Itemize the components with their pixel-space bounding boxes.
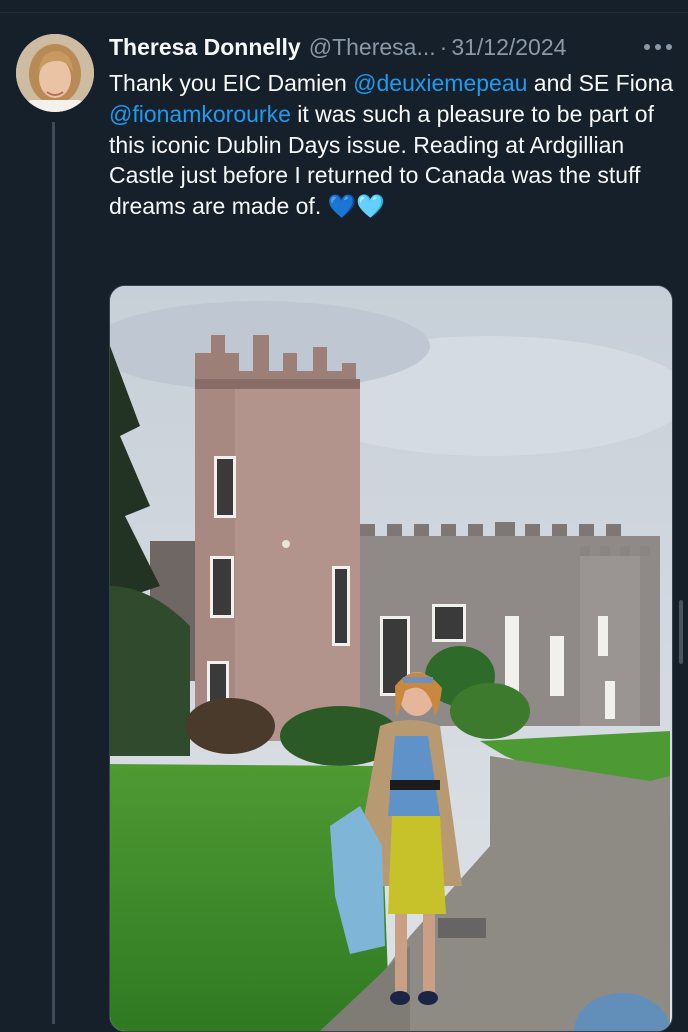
- heart-emoji: 💙🩵: [327, 193, 385, 220]
- header-separator: ·: [439, 33, 448, 60]
- tweet-date[interactable]: 31/12/2024: [451, 34, 566, 61]
- castle-photo-image: [110, 286, 672, 1031]
- more-options-button[interactable]: [640, 36, 676, 58]
- tweet-photo[interactable]: [109, 285, 673, 1032]
- tweet-text-part: Thank you EIC Damien: [109, 70, 354, 96]
- tweet-text-part: and SE Fiona: [527, 70, 674, 96]
- author-handle[interactable]: @Theresa...: [309, 34, 436, 61]
- avatar-image: [16, 34, 94, 112]
- top-divider: [0, 0, 688, 13]
- author-name[interactable]: Theresa Donnelly: [109, 34, 301, 61]
- avatar[interactable]: [16, 34, 94, 112]
- mention-link-fionamkorourke[interactable]: @fionamkorourke: [109, 101, 291, 127]
- mention-link-deuxiemepeau[interactable]: @deuxiemepeau: [353, 70, 527, 96]
- thread-connector-line: [52, 122, 55, 1024]
- tweet-header: Theresa Donnelly @Theresa... · 31/12/202…: [109, 30, 566, 64]
- more-horizontal-icon: [644, 44, 672, 50]
- scrollbar-thumb[interactable]: [679, 600, 683, 664]
- tweet-text: Thank you EIC Damien @deuxiemepeau and S…: [109, 68, 679, 222]
